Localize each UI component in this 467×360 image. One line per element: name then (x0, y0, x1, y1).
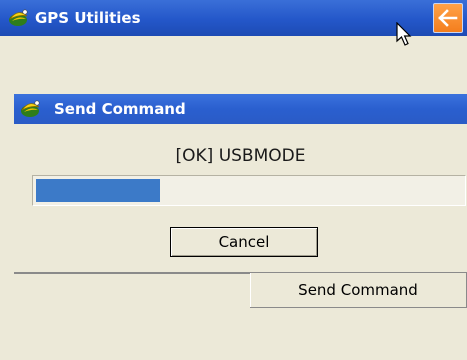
progress-bar (32, 175, 466, 206)
back-button[interactable] (433, 3, 463, 33)
send-command-button[interactable]: Send Command (250, 273, 467, 308)
dialog-titlebar: Send Command (14, 94, 467, 124)
gps-satellite-icon (7, 6, 31, 30)
dialog-title: Send Command (54, 100, 186, 118)
cancel-button[interactable]: Cancel (170, 227, 318, 257)
progress-bar-fill (36, 179, 160, 202)
mouse-pointer-icon (396, 22, 412, 46)
back-arrow-icon (438, 9, 458, 27)
status-message: [OK] USBMODE (175, 146, 306, 166)
send-command-dialog: Send Command [OK] USBMODE Cancel (14, 94, 467, 274)
gps-satellite-icon (19, 97, 43, 121)
app-title: GPS Utilities (35, 9, 141, 27)
